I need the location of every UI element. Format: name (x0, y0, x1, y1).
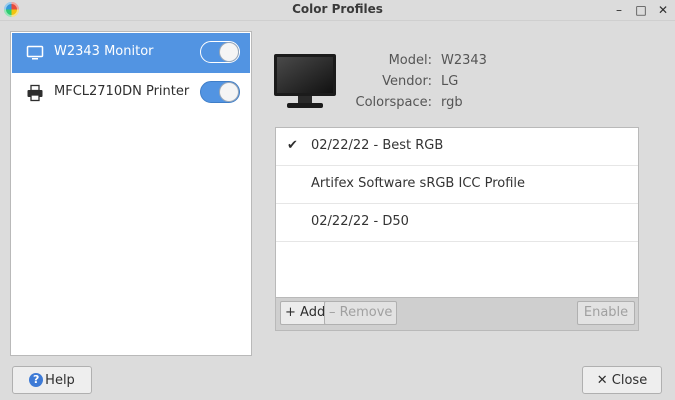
device-details-panel: Model: W2343 Vendor: LG Colorspace: rgb … (251, 31, 664, 354)
device-enable-toggle[interactable] (200, 41, 240, 63)
device-label: W2343 Monitor (54, 44, 154, 59)
model-label: Model: (388, 53, 432, 68)
monitor-device-icon (274, 54, 336, 108)
add-profile-button[interactable]: + Add (280, 301, 331, 325)
minimize-button[interactable]: – (611, 2, 627, 18)
device-enable-toggle[interactable] (200, 81, 240, 103)
title-bar: Color Profiles – □ ✕ (0, 0, 675, 21)
close-label: ✕ Close (596, 372, 648, 388)
vendor-label: Vendor: (382, 74, 432, 89)
help-button[interactable]: ? Help (12, 366, 92, 394)
maximize-button[interactable]: □ (633, 2, 649, 18)
monitor-icon (26, 45, 44, 60)
device-label: MFCL2710DN Printer (54, 84, 190, 99)
profile-row[interactable]: 02/22/22 - D50 (276, 204, 638, 242)
checkmark-icon: ✔ (287, 138, 298, 153)
profile-name: 02/22/22 - Best RGB (311, 138, 444, 153)
enable-profile-button[interactable]: Enable (577, 301, 635, 325)
profile-row[interactable]: ✔ 02/22/22 - Best RGB (276, 128, 638, 166)
colorspace-label: Colorspace: (355, 95, 432, 110)
profile-name: Artifex Software sRGB ICC Profile (311, 176, 526, 191)
help-icon: ? (29, 373, 44, 387)
device-row-printer[interactable]: MFCL2710DN Printer (12, 73, 250, 113)
profile-name: 02/22/22 - D50 (311, 214, 409, 229)
vendor-value: LG (441, 74, 459, 89)
profile-row[interactable]: Artifex Software sRGB ICC Profile (276, 166, 638, 204)
toggle-knob (220, 43, 238, 61)
remove-profile-button[interactable]: – Remove (324, 301, 398, 325)
help-label: Help (45, 372, 75, 388)
colorspace-value: rgb (441, 95, 463, 110)
profile-toolbar: + Add – Remove Enable (275, 297, 639, 331)
model-value: W2343 (441, 53, 487, 68)
printer-icon (27, 84, 43, 102)
window-title: Color Profiles (292, 2, 383, 16)
device-list: W2343 Monitor MFCL2710DN Printer (10, 31, 252, 356)
close-button[interactable]: ✕ Close (582, 366, 662, 394)
device-row-monitor[interactable]: W2343 Monitor (12, 33, 250, 73)
close-window-button[interactable]: ✕ (655, 2, 671, 18)
toggle-knob (220, 83, 238, 101)
profile-list: ✔ 02/22/22 - Best RGB Artifex Software s… (275, 127, 639, 298)
